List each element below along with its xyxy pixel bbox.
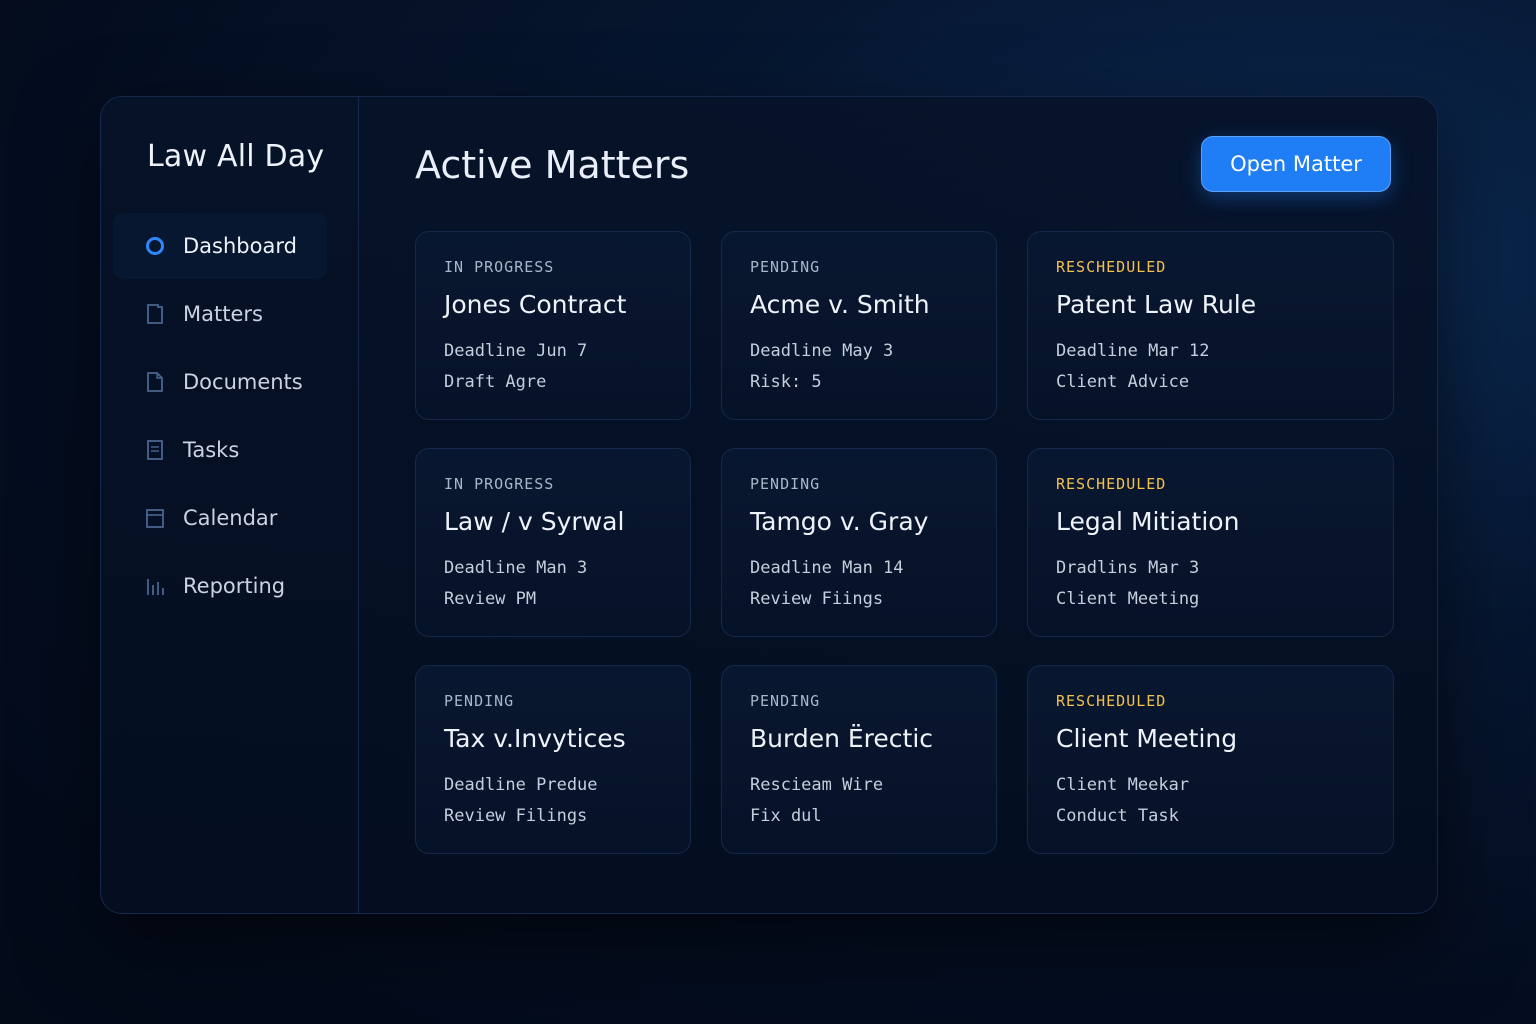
matter-note: Fix dul [750, 806, 822, 826]
sidebar-item-reporting[interactable]: Reporting [113, 553, 327, 619]
bar-chart-icon [145, 575, 165, 597]
matter-note: Review PM [444, 589, 537, 609]
matter-title: Acme v. Smith [750, 290, 930, 319]
open-matter-button[interactable]: Open Matter [1201, 136, 1391, 192]
matter-card[interactable]: PENDING Acme v. Smith Deadline May 3 Ris… [721, 231, 997, 420]
matter-deadline: Deadline Man 3 [444, 558, 588, 578]
sidebar-item-calendar[interactable]: Calendar [113, 485, 327, 551]
matter-card[interactable]: PENDING Tamgo v. Gray Deadline Man 14 Re… [721, 448, 997, 637]
calendar-icon [145, 507, 165, 529]
sidebar-nav: Dashboard Matters Documents Tasks Calend… [113, 213, 327, 621]
matter-title: Law / v Syrwal [444, 507, 625, 536]
matters-grid: IN PROGRESS Jones Contract Deadline Jun … [415, 231, 1394, 854]
status-badge: RESCHEDULED [1056, 692, 1167, 710]
document-icon [145, 371, 165, 393]
matter-card[interactable]: PENDING Burden Ërectic Rescieam Wire Fix… [721, 665, 997, 854]
matter-card[interactable]: RESCHEDULED Patent Law Rule Deadline Mar… [1027, 231, 1394, 420]
sidebar-item-matters[interactable]: Matters [113, 281, 327, 347]
sidebar-item-label: Reporting [183, 574, 286, 598]
matter-deadline: Deadline Predue [444, 775, 598, 795]
matter-title: Tamgo v. Gray [750, 507, 929, 536]
status-badge: RESCHEDULED [1056, 475, 1167, 493]
matter-deadline: Deadline Man 14 [750, 558, 904, 578]
status-badge: RESCHEDULED [1056, 258, 1167, 276]
status-badge: PENDING [750, 692, 821, 710]
matter-title: Burden Ërectic [750, 724, 934, 753]
folder-icon [145, 303, 165, 325]
matter-card[interactable]: IN PROGRESS Law / v Syrwal Deadline Man … [415, 448, 691, 637]
matter-deadline: Deadline May 3 [750, 341, 894, 361]
matter-card[interactable]: RESCHEDULED Client Meeting Client Meekar… [1027, 665, 1394, 854]
matter-note: Conduct Task [1056, 806, 1179, 826]
sidebar-item-documents[interactable]: Documents [113, 349, 327, 415]
matter-note: Client Advice [1056, 372, 1190, 392]
status-badge: PENDING [750, 475, 821, 493]
status-badge: IN PROGRESS [444, 258, 555, 276]
matter-deadline: Dradlins Mar 3 [1056, 558, 1200, 578]
page-title: Active Matters [415, 143, 690, 187]
matter-title: Tax v.Invytices [444, 724, 626, 753]
sidebar-item-dashboard[interactable]: Dashboard [113, 213, 327, 279]
matter-deadline: Client Meekar [1056, 775, 1190, 795]
sidebar-item-label: Tasks [183, 438, 240, 462]
matter-title: Legal Mitiation [1056, 507, 1240, 536]
matter-card[interactable]: PENDING Tax v.Invytices Deadline Predue … [415, 665, 691, 854]
matter-deadline: Deadline Mar 12 [1056, 341, 1210, 361]
matter-note: Risk: 5 [750, 372, 822, 392]
sidebar-item-label: Calendar [183, 506, 278, 530]
status-badge: PENDING [444, 692, 515, 710]
sidebar-item-label: Documents [183, 370, 303, 394]
status-badge: IN PROGRESS [444, 475, 555, 493]
sidebar-item-label: Matters [183, 302, 263, 326]
matter-deadline: Deadline Jun 7 [444, 341, 588, 361]
matter-note: Draft Agre [444, 372, 547, 392]
sidebar: Law All Day Dashboard Matters Documents [101, 97, 359, 913]
matter-title: Patent Law Rule [1056, 290, 1257, 319]
sidebar-item-tasks[interactable]: Tasks [113, 417, 327, 483]
matter-card[interactable]: RESCHEDULED Legal Mitiation Dradlins Mar… [1027, 448, 1394, 637]
matter-deadline: Rescieam Wire [750, 775, 884, 795]
matter-note: Review Filings [444, 806, 588, 826]
matter-title: Client Meeting [1056, 724, 1238, 753]
matter-note: Client Meeting [1056, 589, 1200, 609]
main-content: Active Matters Open Matter IN PROGRESS J… [359, 97, 1437, 913]
sidebar-item-label: Dashboard [183, 234, 297, 258]
matter-title: Jones Contract [444, 290, 627, 319]
matter-card[interactable]: IN PROGRESS Jones Contract Deadline Jun … [415, 231, 691, 420]
checklist-icon [145, 439, 165, 461]
app-window: Law All Day Dashboard Matters Documents [100, 96, 1438, 914]
status-badge: PENDING [750, 258, 821, 276]
circle-icon [145, 235, 165, 257]
app-title: Law All Day [147, 139, 325, 174]
matter-note: Review Fiings [750, 589, 884, 609]
